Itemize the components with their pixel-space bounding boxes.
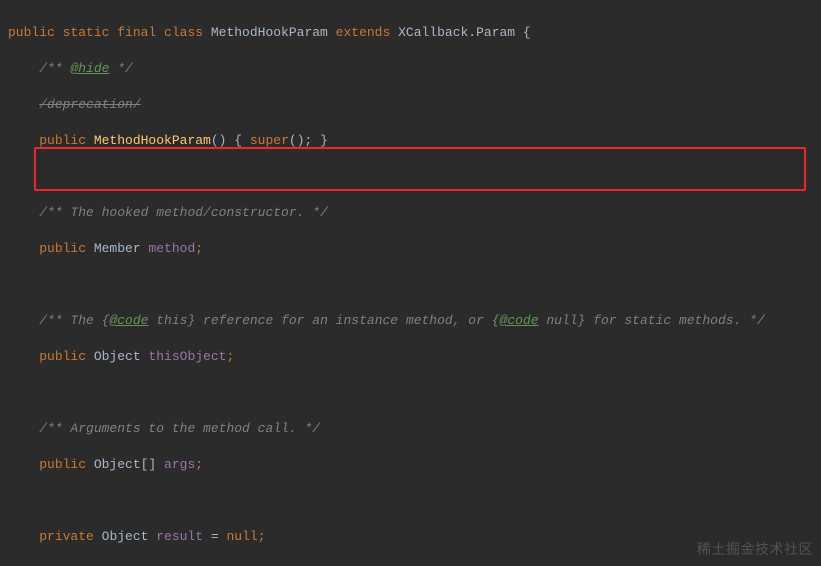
code-line: public Member method; xyxy=(8,240,821,258)
code-line: public Object thisObject; xyxy=(8,348,821,366)
code-line: public MethodHookParam() { super(); } xyxy=(8,132,821,150)
code-line: private Object result = null; xyxy=(8,528,821,546)
code-line xyxy=(8,384,821,402)
code-line: /deprecation/ xyxy=(8,96,821,114)
code-line xyxy=(8,168,821,186)
code-line: public Object[] args; xyxy=(8,456,821,474)
code-line: /** The hooked method/constructor. */ xyxy=(8,204,821,222)
code-line: /** The {@code this} reference for an in… xyxy=(8,312,821,330)
code-line xyxy=(8,276,821,294)
code-line: /** @hide */ xyxy=(8,60,821,78)
code-editor: public static final class MethodHookPara… xyxy=(0,0,821,566)
code-line: /** Arguments to the method call. */ xyxy=(8,420,821,438)
code-line xyxy=(8,492,821,510)
code-line: public static final class MethodHookPara… xyxy=(8,24,821,42)
